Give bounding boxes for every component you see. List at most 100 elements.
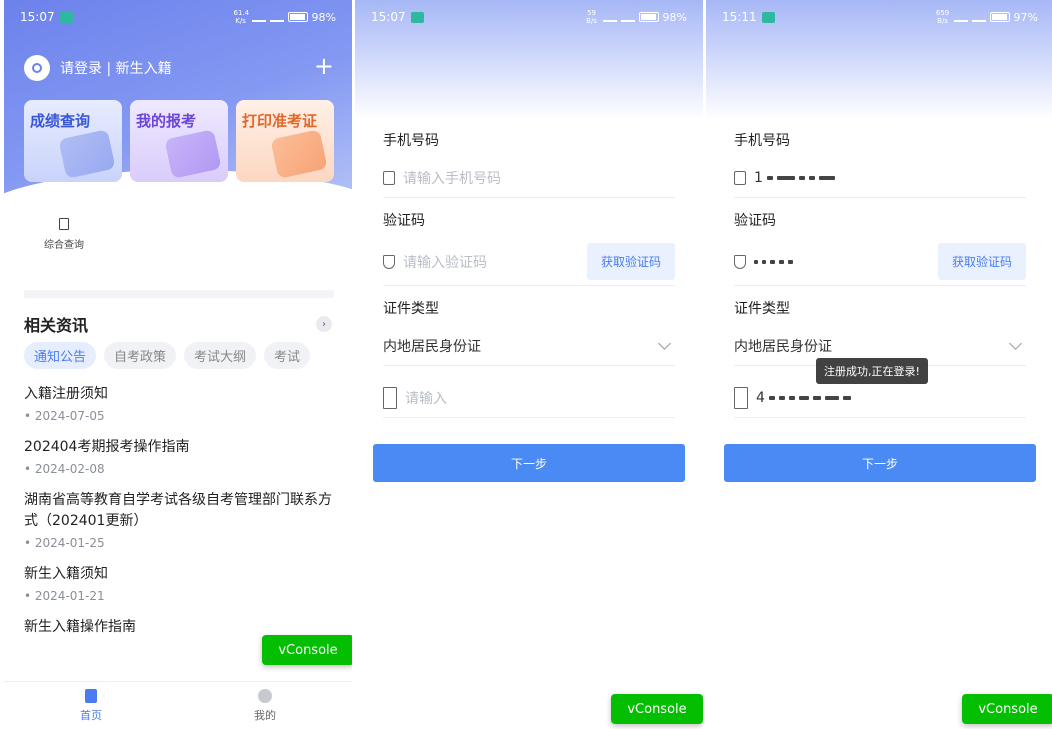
phone-placeholder: 请输入手机号码 (403, 170, 501, 187)
battery-percent: 98% (662, 10, 687, 24)
notification-icon (761, 11, 775, 23)
chevron-right-icon[interactable]: › (316, 316, 332, 332)
id-number-input[interactable]: 请输入 (383, 378, 675, 418)
quick-label: 综合查询 (44, 240, 84, 251)
score-illustration-icon (58, 129, 116, 179)
battery-percent: 97% (1013, 10, 1038, 24)
section-divider (24, 290, 334, 298)
masked-code-value (754, 259, 793, 264)
code-input[interactable]: 获取验证码 (734, 238, 1026, 286)
code-label: 验证码 (383, 213, 425, 229)
bottom-nav: 首页 我的 (4, 681, 352, 729)
id-number-input[interactable]: 4 (734, 378, 1026, 418)
card-label: 成绩查询 (30, 112, 91, 130)
phone-label: 手机号码 (734, 133, 790, 149)
news-item-title: 202404考期报考操作指南 (24, 439, 190, 455)
notification-icon (410, 11, 424, 23)
get-code-button[interactable]: 获取验证码 (937, 243, 1026, 280)
id-placeholder: 请输入 (405, 390, 447, 407)
nav-me-label: 我的 (254, 708, 276, 722)
chevron-down-icon (658, 337, 671, 350)
search-doc-icon (59, 218, 69, 230)
battery-icon (989, 12, 1010, 22)
id-card-icon (734, 386, 748, 409)
login-text: 请登录 | 新生入籍 (60, 61, 172, 77)
vconsole-button[interactable]: vConsole (611, 694, 703, 724)
admission-illustration-icon (270, 129, 328, 179)
list-item[interactable]: 湖南省高等教育自学考试各级自考管理部门联系方式（202401更新） 2024-0… (24, 490, 332, 550)
id-type-label: 证件类型 (734, 301, 790, 317)
shield-icon (734, 254, 746, 269)
id-type-value: 内地居民身份证 (383, 338, 481, 355)
status-time: 15:07 (371, 10, 406, 24)
signal-icon (620, 13, 635, 22)
nav-home-label: 首页 (80, 708, 102, 722)
vconsole-button[interactable]: vConsole (262, 635, 352, 665)
news-item-date: 2024-01-21 (24, 589, 332, 603)
news-item-date: 2024-02-08 (24, 462, 332, 476)
comprehensive-query-button[interactable]: 综合查询 (44, 218, 84, 251)
tab-notice[interactable]: 通知公告 (24, 342, 97, 369)
news-item-title: 湖南省高等教育自学考试各级自考管理部门联系方式（202401更新） (24, 492, 332, 529)
registration-illustration-icon (164, 129, 222, 179)
list-item[interactable]: 202404考期报考操作指南 2024-02-08 (24, 437, 332, 476)
wifi-icon (602, 13, 617, 22)
status-icons: 659 B/s 97% (936, 9, 1038, 25)
score-query-card[interactable]: 成绩查询 (24, 100, 122, 182)
register-screen-filled: 15:11 659 B/s 97% 手机号码 1 验证码 获取验证码 证件类型 … (706, 0, 1052, 729)
status-icons: 59 B/s 98% (585, 9, 687, 25)
login-link[interactable]: 请登录 | 新生入籍 (24, 55, 172, 81)
nav-me[interactable]: 我的 (178, 682, 352, 729)
get-code-button[interactable]: 获取验证码 (586, 243, 675, 280)
phone-icon (383, 170, 395, 185)
card-label: 我的报考 (136, 112, 197, 130)
news-list: 入籍注册须知 2024-07-05 202404考期报考操作指南 2024-02… (24, 384, 332, 652)
id-value-prefix: 4 (756, 389, 765, 406)
add-icon[interactable]: + (314, 52, 334, 80)
news-header: 相关资讯 › (24, 312, 332, 336)
register-form: 手机号码 请输入手机号码 验证码 请输入验证码 获取验证码 证件类型 内地居民身… (383, 130, 675, 430)
net-speed: 61.4 K/s (233, 9, 250, 25)
vconsole-button[interactable]: vConsole (962, 694, 1052, 724)
notification-icon (59, 11, 73, 23)
news-item-date: 2024-01-25 (24, 536, 332, 550)
tab-policy[interactable]: 自考政策 (104, 342, 177, 369)
my-registration-card[interactable]: 我的报考 (130, 100, 228, 182)
id-type-label: 证件类型 (383, 301, 439, 317)
news-item-title: 新生入籍须知 (24, 566, 108, 582)
battery-icon (638, 12, 659, 22)
feature-cards: 成绩查询 我的报考 打印准考证 (24, 100, 336, 182)
phone-value-prefix: 1 (754, 169, 763, 186)
status-time: 15:07 (20, 10, 55, 24)
net-speed: 659 B/s (935, 9, 950, 25)
status-icons: 61.4 K/s 98% (234, 9, 336, 25)
home-screen: 15:07 61.4 K/s 98% 请登录 | 新生入籍 + 成绩查询 我的报… (4, 0, 352, 729)
signal-icon (269, 13, 284, 22)
list-item[interactable]: 新生入籍须知 2024-01-21 (24, 564, 332, 603)
news-item-title: 入籍注册须知 (24, 386, 108, 402)
code-placeholder: 请输入验证码 (403, 254, 487, 271)
card-label: 打印准考证 (242, 112, 318, 130)
phone-input[interactable]: 1 (734, 158, 1026, 198)
news-tabs: 通知公告 自考政策 考试大纲 考试 (24, 342, 311, 369)
next-button[interactable]: 下一步 (373, 444, 685, 482)
tab-exam[interactable]: 考试 (264, 342, 311, 369)
status-bar: 15:07 59 B/s 98% (355, 0, 703, 34)
print-admission-card[interactable]: 打印准考证 (236, 100, 334, 182)
tab-syllabus[interactable]: 考试大纲 (184, 342, 257, 369)
code-input[interactable]: 请输入验证码 获取验证码 (383, 238, 675, 286)
status-bar: 15:07 61.4 K/s 98% (4, 0, 352, 34)
next-button[interactable]: 下一步 (724, 444, 1036, 482)
screenshot-collage: 15:07 61.4 K/s 98% 请登录 | 新生入籍 + 成绩查询 我的报… (0, 0, 1052, 729)
nav-home[interactable]: 首页 (4, 682, 178, 729)
wifi-icon (251, 13, 266, 22)
shield-icon (383, 254, 395, 269)
signal-icon (971, 13, 986, 22)
battery-icon (287, 12, 308, 22)
id-card-icon (383, 386, 397, 409)
user-icon (258, 688, 272, 703)
code-label: 验证码 (734, 213, 776, 229)
phone-input[interactable]: 请输入手机号码 (383, 158, 675, 198)
list-item[interactable]: 入籍注册须知 2024-07-05 (24, 384, 332, 423)
id-type-select[interactable]: 内地居民身份证 (383, 326, 675, 366)
